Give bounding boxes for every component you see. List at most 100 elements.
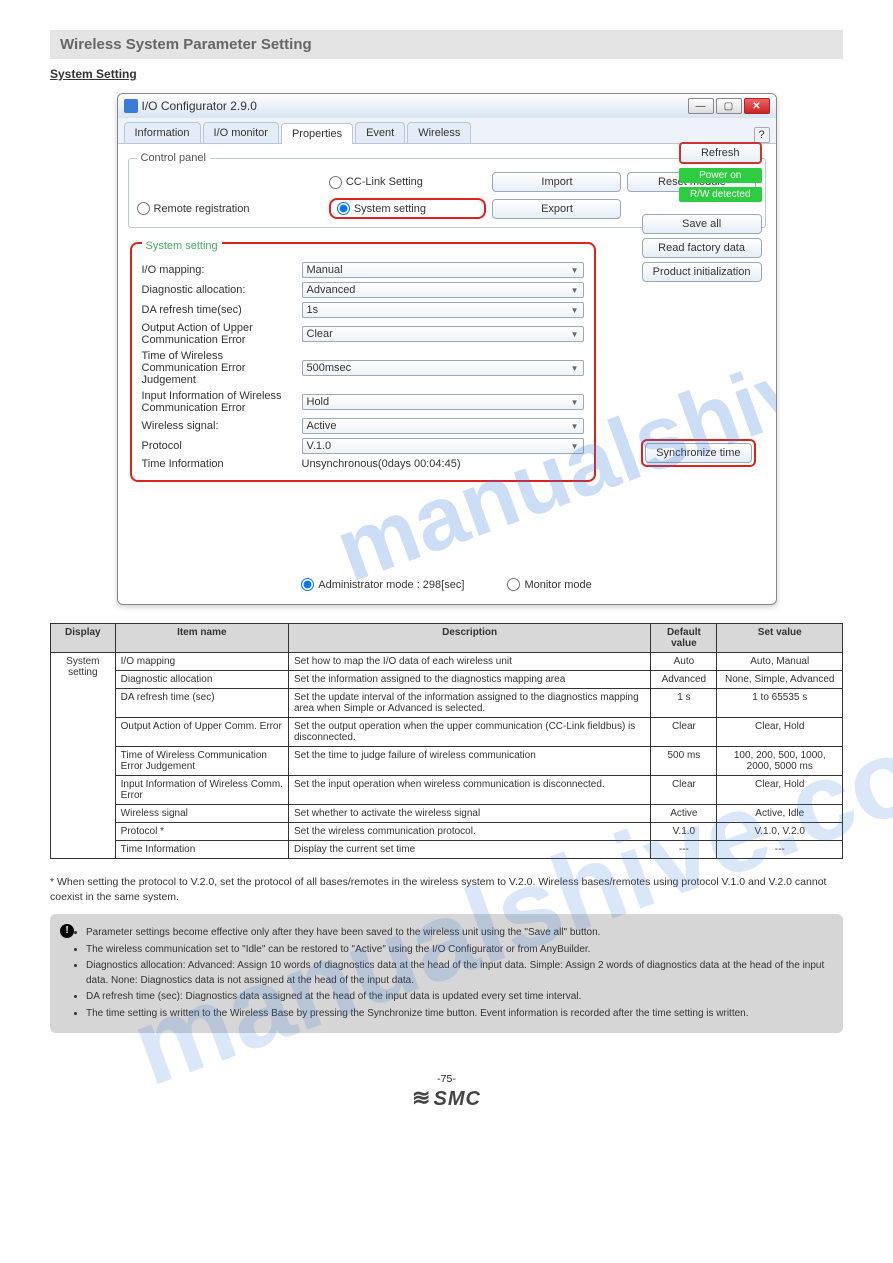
tab-strip: Information I/O monitor Properties Event… bbox=[118, 118, 776, 144]
cell-values: V.1.0, V.2.0 bbox=[717, 823, 843, 841]
th-values: Set value bbox=[717, 624, 843, 653]
synchronize-time-button[interactable]: Synchronize time bbox=[645, 443, 751, 463]
cell-desc: Set the information assigned to the diag… bbox=[288, 671, 650, 689]
select-io-mapping[interactable]: Manual▼ bbox=[302, 262, 584, 278]
synchronize-time-highlight: Synchronize time bbox=[641, 439, 755, 467]
cell-default: 500 ms bbox=[651, 747, 717, 776]
label-da-refresh: DA refresh time(sec) bbox=[142, 304, 302, 316]
cell-default: --- bbox=[651, 841, 717, 859]
cell-values: 1 to 65535 s bbox=[717, 689, 843, 718]
th-desc: Description bbox=[288, 624, 650, 653]
label-io-mapping: I/O mapping: bbox=[142, 264, 302, 276]
caret-icon: ▼ bbox=[571, 422, 579, 431]
radio-monitor-mode[interactable]: Monitor mode bbox=[507, 578, 591, 591]
save-all-button[interactable]: Save all bbox=[642, 214, 762, 234]
refresh-button[interactable]: Refresh bbox=[679, 142, 762, 164]
radio-monitor-input[interactable] bbox=[507, 578, 520, 591]
tab-event[interactable]: Event bbox=[355, 122, 405, 143]
cell-default: Clear bbox=[651, 776, 717, 805]
radio-system[interactable]: System setting bbox=[329, 198, 487, 219]
titlebar: I/O Configurator 2.9.0 — ▢ ✕ bbox=[118, 94, 776, 118]
cell-default: Advanced bbox=[651, 671, 717, 689]
control-panel-legend: Control panel bbox=[137, 152, 210, 164]
radio-remote[interactable]: Remote registration bbox=[137, 202, 323, 215]
status-power-on: Power on bbox=[679, 168, 762, 183]
radio-admin-label: Administrator mode : 298[sec] bbox=[318, 579, 464, 591]
label-time-info: Time Information bbox=[142, 458, 302, 470]
cell-values: Clear, Hold bbox=[717, 718, 843, 747]
label-protocol: Protocol bbox=[142, 440, 302, 452]
read-factory-button[interactable]: Read factory data bbox=[642, 238, 762, 258]
cell-desc: Set the input operation when wireless co… bbox=[288, 776, 650, 805]
maximize-button[interactable]: ▢ bbox=[716, 98, 742, 114]
cell-default: 1 s bbox=[651, 689, 717, 718]
help-button[interactable]: ? bbox=[754, 127, 770, 143]
alert-item: Diagnostics allocation: Advanced: Assign… bbox=[86, 959, 829, 988]
caret-icon: ▼ bbox=[571, 442, 579, 451]
select-protocol[interactable]: V.1.0▼ bbox=[302, 438, 584, 454]
cell-desc: Set the wireless communication protocol. bbox=[288, 823, 650, 841]
tab-information[interactable]: Information bbox=[124, 122, 201, 143]
radio-admin-mode[interactable]: Administrator mode : 298[sec] bbox=[301, 578, 464, 591]
radio-remote-label: Remote registration bbox=[154, 203, 250, 215]
cell-values: Clear, Hold bbox=[717, 776, 843, 805]
select-wireless-signal[interactable]: Active▼ bbox=[302, 418, 584, 434]
cell-default: Clear bbox=[651, 718, 717, 747]
radio-cclink-label: CC-Link Setting bbox=[346, 176, 423, 188]
table-row: Protocol *Set the wireless communication… bbox=[51, 823, 843, 841]
minimize-button[interactable]: — bbox=[688, 98, 714, 114]
cell-desc: Set the output operation when the upper … bbox=[288, 718, 650, 747]
cell-item: Protocol * bbox=[115, 823, 288, 841]
cell-values: --- bbox=[717, 841, 843, 859]
table-row: Input Information of Wireless Comm. Erro… bbox=[51, 776, 843, 805]
cell-item: Time Information bbox=[115, 841, 288, 859]
select-diag-alloc[interactable]: Advanced▼ bbox=[302, 282, 584, 298]
product-init-button[interactable]: Product initialization bbox=[642, 262, 762, 282]
cell-default: Active bbox=[651, 805, 717, 823]
select-output-action[interactable]: Clear▼ bbox=[302, 326, 584, 342]
export-button[interactable]: Export bbox=[492, 199, 621, 219]
radio-admin-input[interactable] bbox=[301, 578, 314, 591]
select-da-refresh[interactable]: 1s▼ bbox=[302, 302, 584, 318]
alert-icon: ! bbox=[60, 924, 74, 938]
table-row: DA refresh time (sec)Set the update inte… bbox=[51, 689, 843, 718]
radio-system-input[interactable] bbox=[337, 202, 350, 215]
close-button[interactable]: ✕ bbox=[744, 98, 770, 114]
radio-monitor-label: Monitor mode bbox=[524, 579, 591, 591]
footer: -75- SMC bbox=[50, 1073, 843, 1111]
cell-values: 100, 200, 500, 1000, 2000, 5000 ms bbox=[717, 747, 843, 776]
side-button-stack: Refresh Power on R/W detected bbox=[679, 142, 762, 202]
cell-item: I/O mapping bbox=[115, 653, 288, 671]
cell-default: Auto bbox=[651, 653, 717, 671]
select-input-info[interactable]: Hold▼ bbox=[302, 394, 584, 410]
label-output-action: Output Action of Upper Communication Err… bbox=[142, 322, 302, 346]
import-button[interactable]: Import bbox=[492, 172, 621, 192]
alert-item: Parameter settings become effective only… bbox=[86, 926, 829, 941]
caret-icon: ▼ bbox=[571, 266, 579, 275]
radio-cclink[interactable]: CC-Link Setting bbox=[329, 176, 487, 189]
radio-remote-input[interactable] bbox=[137, 202, 150, 215]
system-setting-legend: System setting bbox=[142, 240, 222, 252]
cell-item: Time of Wireless Communication Error Jud… bbox=[115, 747, 288, 776]
cell-values: Active, Idle bbox=[717, 805, 843, 823]
caret-icon: ▼ bbox=[571, 364, 579, 373]
th-display: Display bbox=[51, 624, 116, 653]
select-time-wireless[interactable]: 500msec▼ bbox=[302, 360, 584, 376]
cell-item: DA refresh time (sec) bbox=[115, 689, 288, 718]
caret-icon: ▼ bbox=[571, 330, 579, 339]
cell-values: None, Simple, Advanced bbox=[717, 671, 843, 689]
tab-properties[interactable]: Properties bbox=[281, 123, 353, 144]
tab-wireless[interactable]: Wireless bbox=[407, 122, 471, 143]
caret-icon: ▼ bbox=[571, 286, 579, 295]
th-item: Item name bbox=[115, 624, 288, 653]
table-row: Diagnostic allocationSet the information… bbox=[51, 671, 843, 689]
label-diag-alloc: Diagnostic allocation: bbox=[142, 284, 302, 296]
radio-cclink-input[interactable] bbox=[329, 176, 342, 189]
cell-item: Wireless signal bbox=[115, 805, 288, 823]
window-title: I/O Configurator 2.9.0 bbox=[142, 99, 257, 113]
table-row: Wireless signalSet whether to activate t… bbox=[51, 805, 843, 823]
cell-desc: Set whether to activate the wireless sig… bbox=[288, 805, 650, 823]
tab-io-monitor[interactable]: I/O monitor bbox=[203, 122, 279, 143]
cell-item: Output Action of Upper Comm. Error bbox=[115, 718, 288, 747]
page-number: -75- bbox=[50, 1073, 843, 1085]
